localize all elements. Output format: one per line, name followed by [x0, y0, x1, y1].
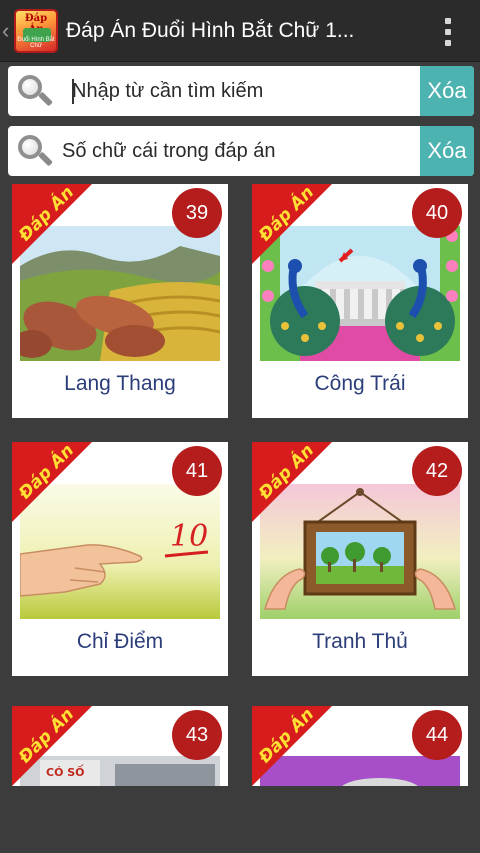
app-bar: ‹ Đáp Án Đuổi Hình Bắt Chữ Đáp Án Đuổi H… [0, 0, 480, 62]
thumb-41-text: 10 [170, 519, 208, 554]
keyword-search-bar: Xóa [8, 66, 474, 116]
overflow-menu-icon[interactable] [444, 18, 452, 46]
app-logo-bottom-text: Đuổi Hình Bắt Chữ [17, 36, 55, 49]
level-number-badge: 44 [412, 710, 462, 760]
level-number-badge: 40 [412, 188, 462, 238]
text-cursor [72, 79, 74, 104]
level-number-badge: 43 [172, 710, 222, 760]
level-number-badge: 42 [412, 446, 462, 496]
answer-card-41[interactable]: 10 Đáp Án 41 Chỉ Điểm [12, 442, 228, 676]
clear-keyword-button[interactable]: Xóa [420, 66, 474, 116]
search-icon [8, 66, 60, 116]
search-icon [8, 126, 60, 176]
back-chevron-icon[interactable]: ‹ [2, 19, 14, 42]
level-number-badge: 41 [172, 446, 222, 496]
answer-label: Công Trái [314, 372, 406, 395]
level-number-badge: 39 [172, 188, 222, 238]
answer-label: Chỉ Điểm [76, 630, 164, 653]
answer-card-40[interactable]: Đáp Án 40 Công Trái [252, 184, 468, 418]
answer-card-39[interactable]: Đáp Án 39 Lang Thang [12, 184, 228, 418]
letter-count-input[interactable] [60, 126, 420, 176]
answer-label: Lang Thang [64, 372, 176, 395]
answer-card-42[interactable]: Đáp Án 42 Tranh Thủ [252, 442, 468, 676]
clear-letter-count-button[interactable]: Xóa [420, 126, 474, 176]
letter-count-search-bar: Xóa [8, 126, 474, 176]
answer-label: Tranh Thủ [312, 630, 408, 653]
app-title: Đáp Án Đuổi Hình Bắt Chữ 1... [66, 18, 355, 42]
answer-card-43[interactable]: CÓ SỐ Đáp Án 43 [12, 706, 228, 786]
answer-card-44[interactable]: Đáp Án 44 [252, 706, 468, 786]
keyword-search-input[interactable] [60, 66, 420, 116]
app-logo[interactable]: Đáp Án Đuổi Hình Bắt Chữ [14, 8, 58, 53]
